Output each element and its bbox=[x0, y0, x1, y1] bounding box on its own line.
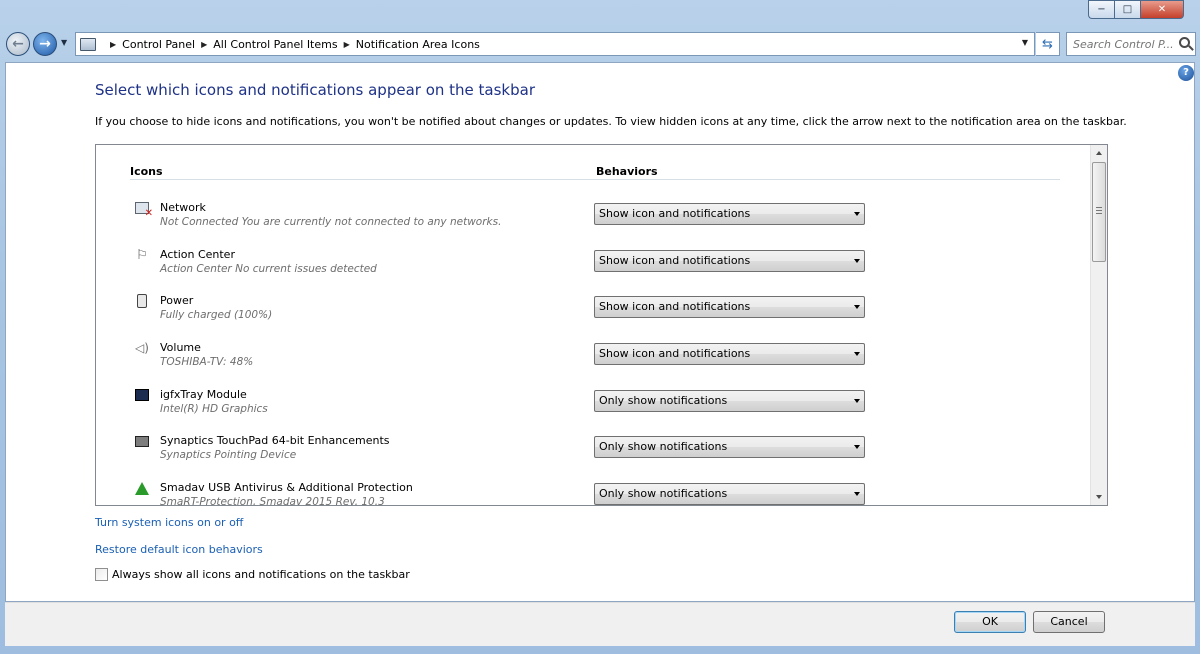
network-icon bbox=[134, 200, 153, 219]
back-button[interactable]: ← bbox=[6, 32, 30, 56]
item-name: Volume bbox=[160, 341, 201, 354]
item-name: Network bbox=[160, 201, 206, 214]
flag-icon: ⚐ bbox=[136, 247, 148, 263]
list-item: igfxTray Module Intel(R) HD Graphics Onl… bbox=[96, 382, 1086, 428]
vertical-scrollbar[interactable] bbox=[1090, 145, 1107, 505]
always-show-label[interactable]: Always show all icons and notifications … bbox=[112, 568, 410, 581]
chevron-up-icon bbox=[1096, 151, 1102, 155]
chevron-down-icon[interactable]: ▼ bbox=[1022, 38, 1028, 47]
content-pane: ? Select which icons and notifications a… bbox=[5, 62, 1195, 602]
behavior-select[interactable]: Show icon and notifications bbox=[594, 250, 865, 272]
search-input[interactable] bbox=[1073, 37, 1173, 51]
item-description: TOSHIBA-TV: 48% bbox=[160, 356, 254, 368]
behavior-value: Show icon and notifications bbox=[599, 300, 751, 313]
icons-list: Icons Behaviors Network Not Connected Yo… bbox=[95, 144, 1108, 506]
antivirus-icon bbox=[134, 480, 150, 496]
behavior-select[interactable]: Show icon and notifications bbox=[594, 343, 865, 365]
grip-icon bbox=[1096, 207, 1102, 214]
search-box[interactable] bbox=[1066, 32, 1196, 56]
list-item: ◁) Volume TOSHIBA-TV: 48% Show icon and … bbox=[96, 335, 1086, 381]
behavior-value: Only show notifications bbox=[599, 394, 728, 407]
chevron-right-icon[interactable]: ▶ bbox=[344, 40, 350, 49]
item-description: Fully charged (100%) bbox=[160, 309, 273, 321]
breadcrumb-all-items[interactable]: All Control Panel Items bbox=[213, 38, 337, 51]
forward-button[interactable]: → bbox=[33, 32, 57, 56]
item-description: Not Connected You are currently not conn… bbox=[160, 216, 502, 228]
always-show-option[interactable]: Always show all icons and notifications … bbox=[95, 568, 410, 581]
window-bottom-edge bbox=[0, 648, 1200, 654]
caption-buttons: − □ ✕ bbox=[1088, 0, 1184, 20]
page-description: If you choose to hide icons and notifica… bbox=[95, 115, 1127, 128]
item-name: Synaptics TouchPad 64-bit Enhancements bbox=[160, 434, 390, 447]
chevron-down-icon bbox=[854, 492, 860, 496]
behavior-select[interactable]: Only show notifications bbox=[594, 390, 865, 412]
display-icon bbox=[134, 387, 150, 403]
chevron-down-icon bbox=[854, 445, 860, 449]
list-item: Smadav USB Antivirus & Additional Protec… bbox=[96, 475, 1086, 506]
turn-system-icons-link[interactable]: Turn system icons on or off bbox=[95, 516, 243, 529]
dialog-button-bar: OK Cancel bbox=[5, 602, 1195, 646]
item-name: Action Center bbox=[160, 248, 235, 261]
search-icon[interactable] bbox=[1179, 37, 1190, 48]
item-name: Power bbox=[160, 294, 194, 307]
chevron-down-icon bbox=[1096, 495, 1102, 499]
header-divider bbox=[130, 179, 1060, 180]
column-header-behaviors: Behaviors bbox=[596, 165, 658, 178]
breadcrumb-notification-area[interactable]: Notification Area Icons bbox=[356, 38, 480, 51]
page-title: Select which icons and notifications app… bbox=[95, 81, 535, 99]
power-icon bbox=[134, 293, 150, 309]
touchpad-icon bbox=[134, 433, 150, 449]
item-description: Synaptics Pointing Device bbox=[160, 449, 297, 461]
column-header-icons: Icons bbox=[130, 165, 163, 178]
chevron-down-icon bbox=[854, 259, 860, 263]
chevron-right-icon[interactable]: ▶ bbox=[201, 40, 207, 49]
list-item: Synaptics TouchPad 64-bit Enhancements S… bbox=[96, 428, 1086, 474]
behavior-value: Show icon and notifications bbox=[599, 347, 751, 360]
item-name: igfxTray Module bbox=[160, 388, 247, 401]
always-show-checkbox[interactable] bbox=[95, 568, 108, 581]
close-button[interactable]: ✕ bbox=[1140, 0, 1184, 19]
behavior-value: Show icon and notifications bbox=[599, 207, 751, 220]
item-description: Action Center No current issues detected bbox=[160, 263, 377, 275]
refresh-icon: ⇆ bbox=[1042, 36, 1053, 52]
scroll-down-button[interactable] bbox=[1091, 489, 1107, 505]
breadcrumb-control-panel[interactable]: Control Panel bbox=[122, 38, 195, 51]
back-arrow-icon: ← bbox=[12, 36, 24, 52]
help-button[interactable]: ? bbox=[1178, 65, 1194, 81]
list-item: Power Fully charged (100%) Show icon and… bbox=[96, 288, 1086, 334]
forward-arrow-icon: → bbox=[39, 36, 51, 52]
chevron-down-icon bbox=[854, 399, 860, 403]
chevron-down-icon bbox=[854, 352, 860, 356]
refresh-button[interactable]: ⇆ bbox=[1036, 32, 1060, 56]
speaker-icon: ◁) bbox=[135, 341, 149, 355]
restore-defaults-link[interactable]: Restore default icon behaviors bbox=[95, 543, 263, 556]
behavior-value: Only show notifications bbox=[599, 487, 728, 500]
recent-pages-dropdown[interactable]: ▼ bbox=[61, 38, 67, 47]
behavior-value: Show icon and notifications bbox=[599, 254, 751, 267]
scroll-thumb[interactable] bbox=[1092, 162, 1106, 262]
chevron-down-icon bbox=[854, 305, 860, 309]
behavior-value: Only show notifications bbox=[599, 440, 728, 453]
chevron-right-icon[interactable]: ▶ bbox=[110, 40, 116, 49]
item-name: Smadav USB Antivirus & Additional Protec… bbox=[160, 481, 413, 494]
scroll-up-button[interactable] bbox=[1091, 145, 1107, 161]
computer-icon bbox=[80, 37, 96, 51]
list-item: Network Not Connected You are currently … bbox=[96, 195, 1086, 241]
ok-button[interactable]: OK bbox=[954, 611, 1026, 633]
behavior-select[interactable]: Only show notifications bbox=[594, 483, 865, 505]
cancel-button[interactable]: Cancel bbox=[1033, 611, 1105, 633]
maximize-button[interactable]: □ bbox=[1114, 0, 1140, 19]
item-description: Intel(R) HD Graphics bbox=[160, 403, 268, 415]
list-item: ⚐ Action Center Action Center No current… bbox=[96, 242, 1086, 288]
address-bar[interactable]: ▶ Control Panel ▶ All Control Panel Item… bbox=[75, 32, 1035, 56]
chevron-down-icon bbox=[854, 212, 860, 216]
minimize-button[interactable]: − bbox=[1088, 0, 1114, 19]
behavior-select[interactable]: Show icon and notifications bbox=[594, 203, 865, 225]
navigation-bar: ← → ▼ ▶ Control Panel ▶ All Control Pane… bbox=[0, 28, 1200, 60]
behavior-select[interactable]: Show icon and notifications bbox=[594, 296, 865, 318]
behavior-select[interactable]: Only show notifications bbox=[594, 436, 865, 458]
item-description: SmaRT-Protection, Smadav 2015 Rev. 10.3 bbox=[160, 496, 385, 506]
